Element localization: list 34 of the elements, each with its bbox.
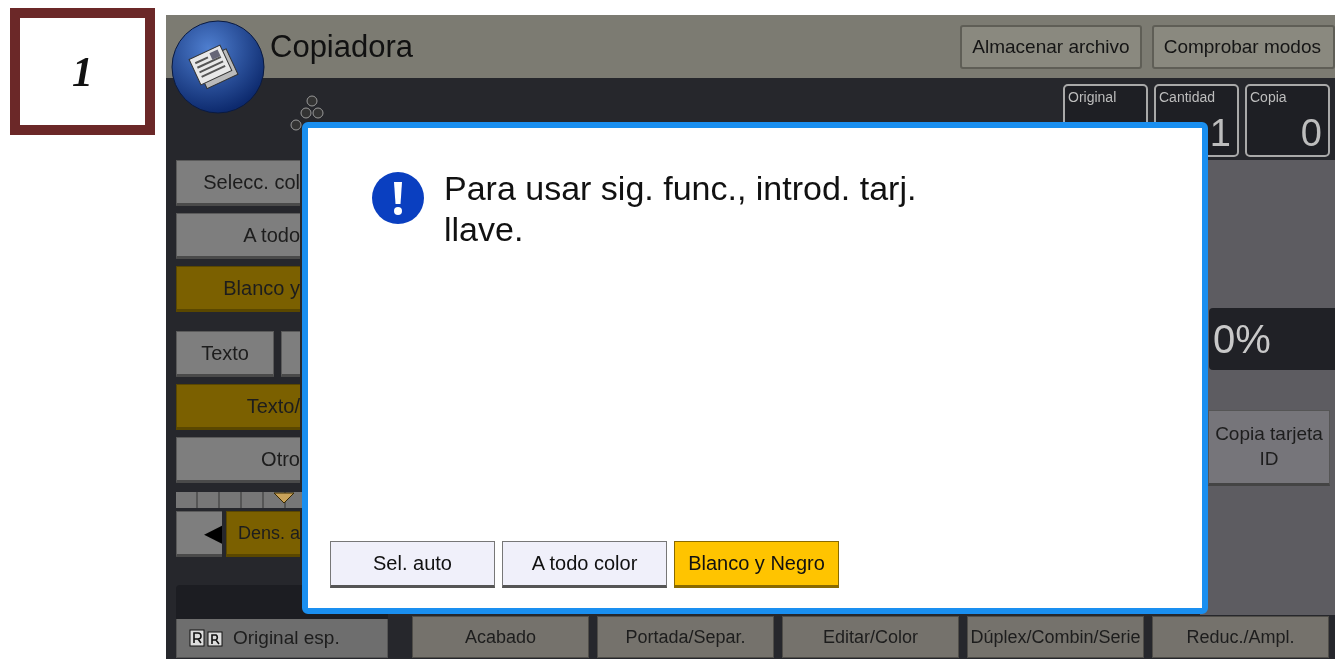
function-tab[interactable]: Dúplex/Combin/Serie — [967, 616, 1144, 658]
color-mode-button[interactable]: Selecc. col — [176, 160, 300, 206]
ratio-display: 0% — [1209, 308, 1335, 370]
id-card-copy-button[interactable]: Copia tarjeta ID — [1208, 410, 1330, 486]
original-type-button[interactable]: Texto — [176, 331, 275, 377]
color-option-button[interactable]: Blanco y Negro — [674, 541, 839, 588]
function-tab[interactable]: Reduc./Ampl. — [1152, 616, 1329, 658]
button-label: Original esp. — [233, 627, 340, 649]
badge-number: 1 — [72, 47, 93, 96]
header-button[interactable]: Comprobar modos — [1151, 24, 1335, 69]
auto-density-button[interactable]: Dens. a — [226, 511, 300, 557]
function-tab[interactable]: Portada/Separ. — [597, 616, 774, 658]
alert-icon — [372, 172, 424, 224]
function-tab[interactable]: Editar/Color — [782, 616, 959, 658]
header-button[interactable]: Almacenar archivo — [960, 24, 1142, 69]
color-mode-button[interactable]: Blanco y — [176, 266, 300, 312]
special-original-button[interactable]: Original esp. — [176, 618, 388, 658]
original-type-button[interactable]: Texto/ — [176, 384, 300, 430]
counter-label: Original — [1068, 89, 1117, 105]
density-marker-icon[interactable] — [272, 492, 295, 504]
color-option-button[interactable]: Sel. auto — [330, 541, 495, 588]
function-tab[interactable]: Acabado — [412, 616, 589, 658]
counter-value: 1 — [1209, 112, 1231, 155]
counter-label: Copia — [1250, 89, 1287, 105]
counter-value: 0 — [1300, 112, 1322, 155]
copier-logo-icon[interactable] — [171, 20, 266, 115]
duplex-original-icon — [189, 629, 223, 647]
dialog-message: Para usar sig. func., introd. tarj. llave. — [444, 168, 918, 250]
counter-label: Cantidad — [1159, 89, 1216, 105]
screen-title: Copiadora — [270, 28, 415, 65]
density-left-button[interactable]: ◀ — [176, 511, 222, 557]
color-mode-button[interactable]: A todo — [176, 213, 300, 259]
color-option-button[interactable]: A todo color — [502, 541, 667, 588]
original-type-button[interactable]: Otro — [176, 437, 300, 483]
